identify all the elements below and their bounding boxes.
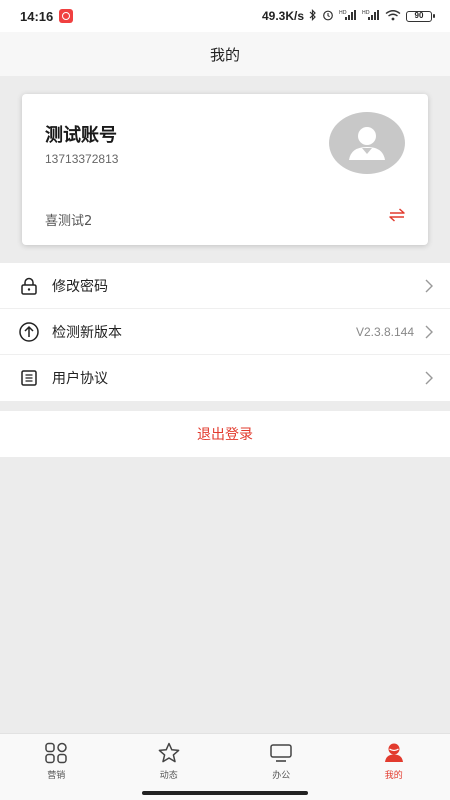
- status-indicators: 49.3K/s HD HD 90: [261, 8, 435, 24]
- monitor-icon: [269, 742, 293, 764]
- page-title: 我的: [209, 45, 240, 64]
- page-title-bar: 我的: [0, 32, 450, 76]
- bottom-nav: 营销 动态 办公 我的: [0, 733, 450, 785]
- home-indicator[interactable]: [142, 791, 308, 795]
- user-icon: [382, 742, 406, 764]
- swap-arrows-icon[interactable]: [388, 207, 406, 223]
- notification-app-icon: [59, 9, 74, 23]
- grid-icon: [44, 742, 68, 764]
- nav-label: 办公: [272, 771, 291, 781]
- account-phone: 13713372813: [45, 152, 119, 166]
- profile-card[interactable]: 测试账号 13713372813 喜测试2: [22, 94, 428, 245]
- star-icon: [157, 742, 181, 764]
- menu-item-label: 用户协议: [52, 371, 108, 387]
- nav-tab-marketing[interactable]: 营销: [0, 734, 113, 785]
- menu-item-user-agreement[interactable]: 用户协议: [0, 355, 450, 401]
- lock-icon: [18, 275, 40, 297]
- version-number: V2.3.8.144: [355, 324, 414, 339]
- settings-menu: 修改密码 检测新版本 V2.3.8.144 用户协议: [0, 263, 450, 401]
- menu-item-change-password[interactable]: 修改密码: [0, 263, 450, 309]
- nav-label: 营销: [47, 771, 66, 781]
- organization-name: 喜测试2: [45, 214, 93, 229]
- menu-item-label: 检测新版本: [52, 324, 122, 341]
- upload-circle-icon: [18, 321, 40, 343]
- nav-tab-feed[interactable]: 动态: [113, 734, 226, 785]
- svg-text:HD: HD: [339, 10, 347, 16]
- account-name: 测试账号: [45, 125, 117, 146]
- menu-item-label: 修改密码: [52, 278, 108, 295]
- logout-button[interactable]: 退出登录: [0, 411, 450, 457]
- signal-hd-1-icon: HD: [339, 9, 357, 24]
- bluetooth-icon: [309, 8, 317, 24]
- document-list-icon: [18, 367, 40, 389]
- battery-indicator: 90: [406, 10, 435, 22]
- nav-label: 动态: [159, 771, 178, 781]
- chevron-right-icon: [424, 278, 434, 294]
- nav-tab-mine[interactable]: 我的: [338, 734, 450, 785]
- chevron-right-icon: [424, 324, 434, 340]
- user-avatar-icon[interactable]: [329, 112, 405, 174]
- menu-item-check-version[interactable]: 检测新版本 V2.3.8.144: [0, 309, 450, 355]
- status-time: 14:16: [20, 8, 54, 24]
- wifi-icon: [385, 9, 401, 24]
- net-speed: 49.3K/s: [261, 9, 304, 23]
- chevron-right-icon: [424, 370, 434, 386]
- alarm-icon: [322, 9, 334, 24]
- nav-label: 我的: [384, 771, 403, 781]
- svg-text:HD: HD: [362, 10, 370, 16]
- signal-hd-2-icon: HD: [362, 9, 380, 24]
- nav-tab-office[interactable]: 办公: [225, 734, 338, 785]
- status-bar: 14:16 49.3K/s HD HD 90: [0, 0, 450, 32]
